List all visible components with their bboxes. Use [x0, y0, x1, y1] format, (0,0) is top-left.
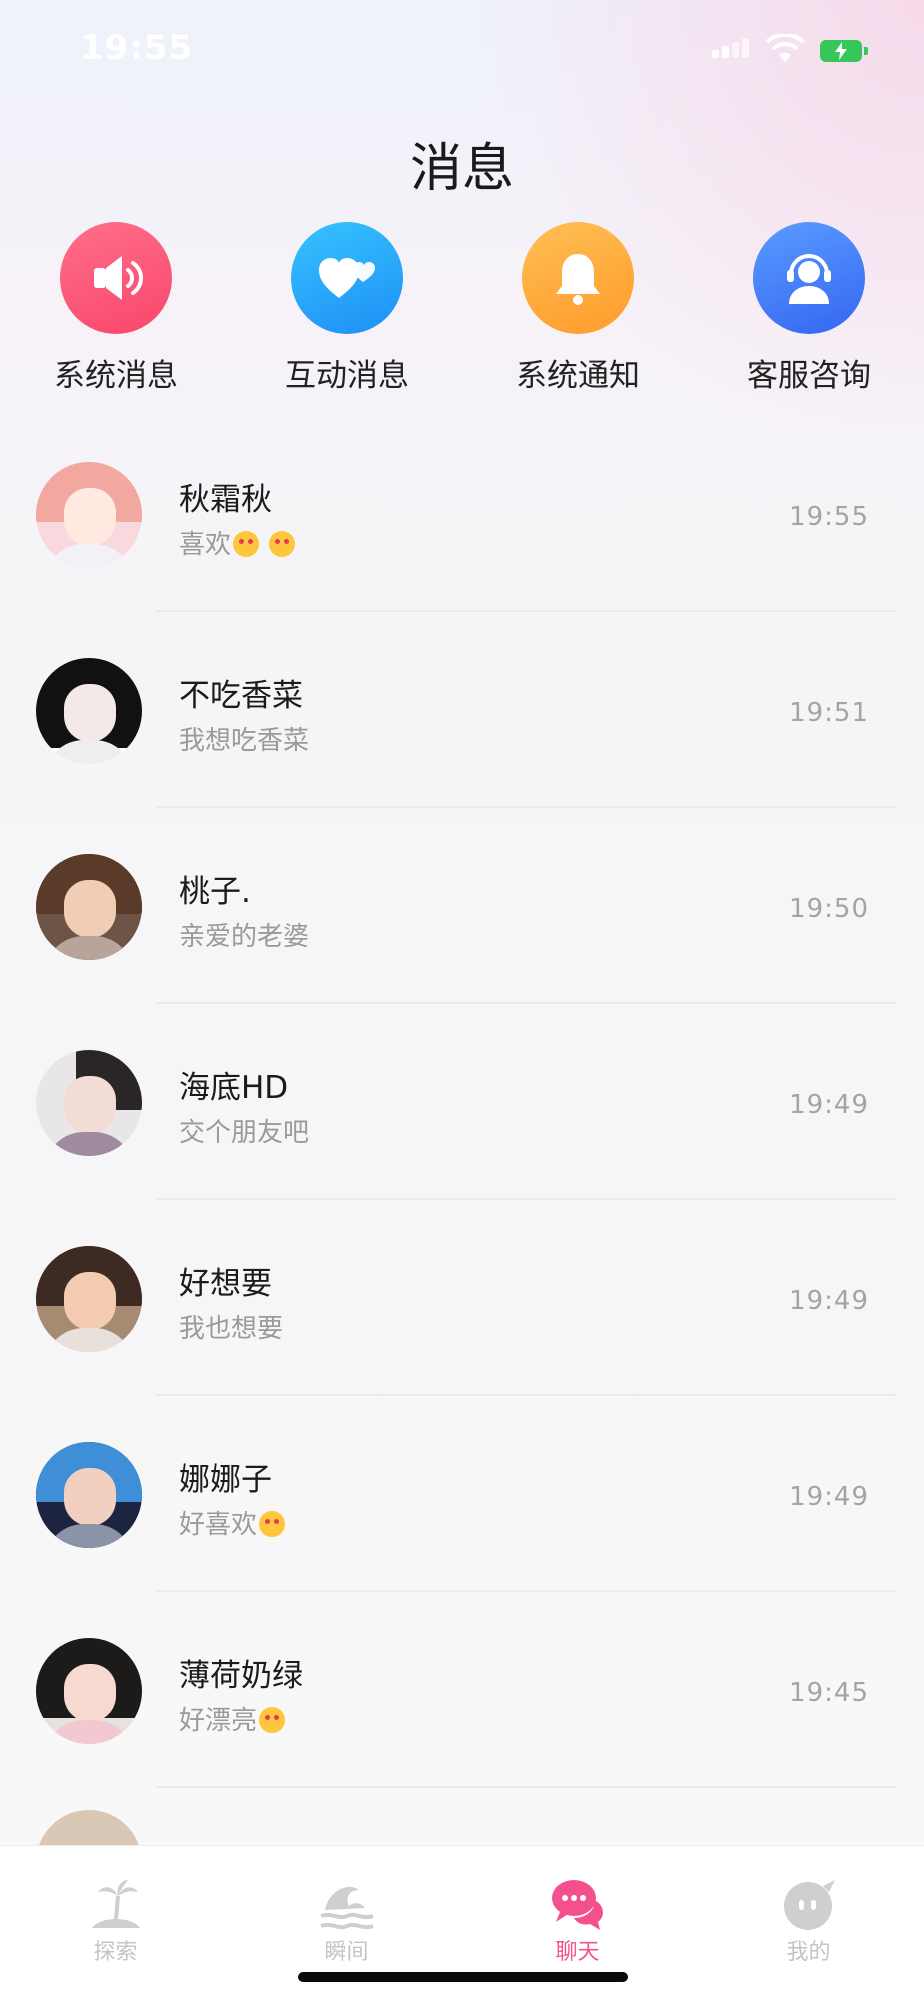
speaker-icon: [60, 222, 172, 334]
heart-eyes-emoji-icon: [269, 531, 296, 557]
avatar: [36, 1442, 142, 1548]
avatar: [36, 462, 142, 568]
avatar: [36, 658, 142, 764]
heart-eyes-emoji-icon: [259, 1707, 286, 1733]
tab-moments[interactable]: 瞬间: [231, 1846, 462, 1966]
interaction-messages-button[interactable]: 互动消息: [262, 222, 432, 395]
chat-preview: 喜欢: [179, 524, 296, 561]
status-bar: 19:55: [0, 0, 924, 100]
chat-row[interactable]: 秋霜秋 喜欢 19:55: [0, 416, 924, 612]
chat-row[interactable]: 好想要 我也想要 19:49: [0, 1200, 924, 1396]
status-time: 19:55: [80, 28, 194, 68]
chat-row[interactable]: 娜娜子 好喜欢 19:49: [0, 1396, 924, 1592]
chat-name: 娜娜子: [179, 1462, 272, 1498]
bell-icon: [522, 222, 634, 334]
tab-me[interactable]: 我的: [693, 1846, 924, 1966]
avatar: [36, 1638, 142, 1744]
customer-service-button[interactable]: 客服咨询: [724, 222, 894, 395]
tab-explore[interactable]: 探索: [0, 1846, 231, 1966]
cellular-signal-icon: [712, 38, 752, 58]
avatar: [36, 1246, 142, 1352]
hearts-icon: [291, 222, 403, 334]
chat-row[interactable]: 薄荷奶绿 好漂亮 19:45: [0, 1592, 924, 1788]
chat-row-partial[interactable]: [0, 1788, 924, 1916]
chat-time: 19:51: [789, 698, 869, 728]
quick-action-label: 互动消息: [285, 358, 409, 394]
profile-bubble-icon: [784, 1880, 835, 1930]
home-indicator: [298, 1972, 628, 1982]
chat-row[interactable]: 海底HD 交个朋友吧 19:49: [0, 1004, 924, 1200]
kiss-emoji-icon: [233, 531, 260, 557]
chat-row[interactable]: 桃子. 亲爱的老婆 19:50: [0, 808, 924, 1004]
heart-eyes-emoji-icon: [259, 1511, 286, 1537]
chat-time: 19:55: [789, 502, 869, 532]
chat-time: 19:49: [789, 1286, 869, 1316]
chat-name: 薄荷奶绿: [179, 1658, 303, 1694]
wifi-icon: [765, 34, 805, 62]
avatar: [36, 1050, 142, 1156]
chat-preview: 我想吃香菜: [179, 726, 310, 756]
chat-preview: 交个朋友吧: [179, 1118, 310, 1148]
wave-icon: [320, 1886, 374, 1930]
battery-icon: [820, 40, 868, 62]
page-title: 消息: [409, 139, 514, 199]
tab-label: 瞬间: [324, 1940, 369, 1965]
tab-label: 聊天: [555, 1940, 600, 1965]
chat-time: 19:45: [789, 1678, 869, 1708]
quick-action-label: 系统通知: [516, 358, 640, 394]
system-notifications-button[interactable]: 系统通知: [493, 222, 663, 395]
avatar: [36, 854, 142, 960]
headset-agent-icon: [753, 222, 865, 334]
system-messages-button[interactable]: 系统消息: [31, 222, 201, 395]
tab-label: 我的: [786, 1940, 831, 1965]
chat-name: 桃子.: [179, 874, 251, 910]
chat-time: 19:49: [789, 1482, 869, 1512]
chat-name: 不吃香菜: [179, 678, 303, 714]
chat-name: 好想要: [179, 1266, 272, 1302]
chat-row[interactable]: 不吃香菜 我想吃香菜 19:51: [0, 612, 924, 808]
chat-time: 19:49: [789, 1090, 869, 1120]
chat-preview: 我也想要: [179, 1314, 284, 1344]
quick-action-label: 系统消息: [54, 358, 178, 394]
chat-name: 秋霜秋: [179, 482, 272, 518]
chat-preview: 好漂亮: [179, 1700, 286, 1737]
chat-time: 19:50: [789, 894, 869, 924]
chat-list: 秋霜秋 喜欢 19:55 不吃香菜 我想吃香菜 19:51 桃子. 亲爱的老婆 …: [0, 416, 924, 1916]
chat-bubbles-icon: [552, 1880, 603, 1930]
chat-preview: 好喜欢: [179, 1504, 286, 1541]
tab-label: 探索: [93, 1940, 138, 1965]
quick-action-label: 客服咨询: [747, 358, 871, 394]
chat-preview: 亲爱的老婆: [179, 922, 310, 952]
palm-island-icon: [92, 1880, 140, 1928]
chat-name: 海底HD: [179, 1070, 289, 1106]
tab-chat[interactable]: 聊天: [462, 1846, 693, 1966]
